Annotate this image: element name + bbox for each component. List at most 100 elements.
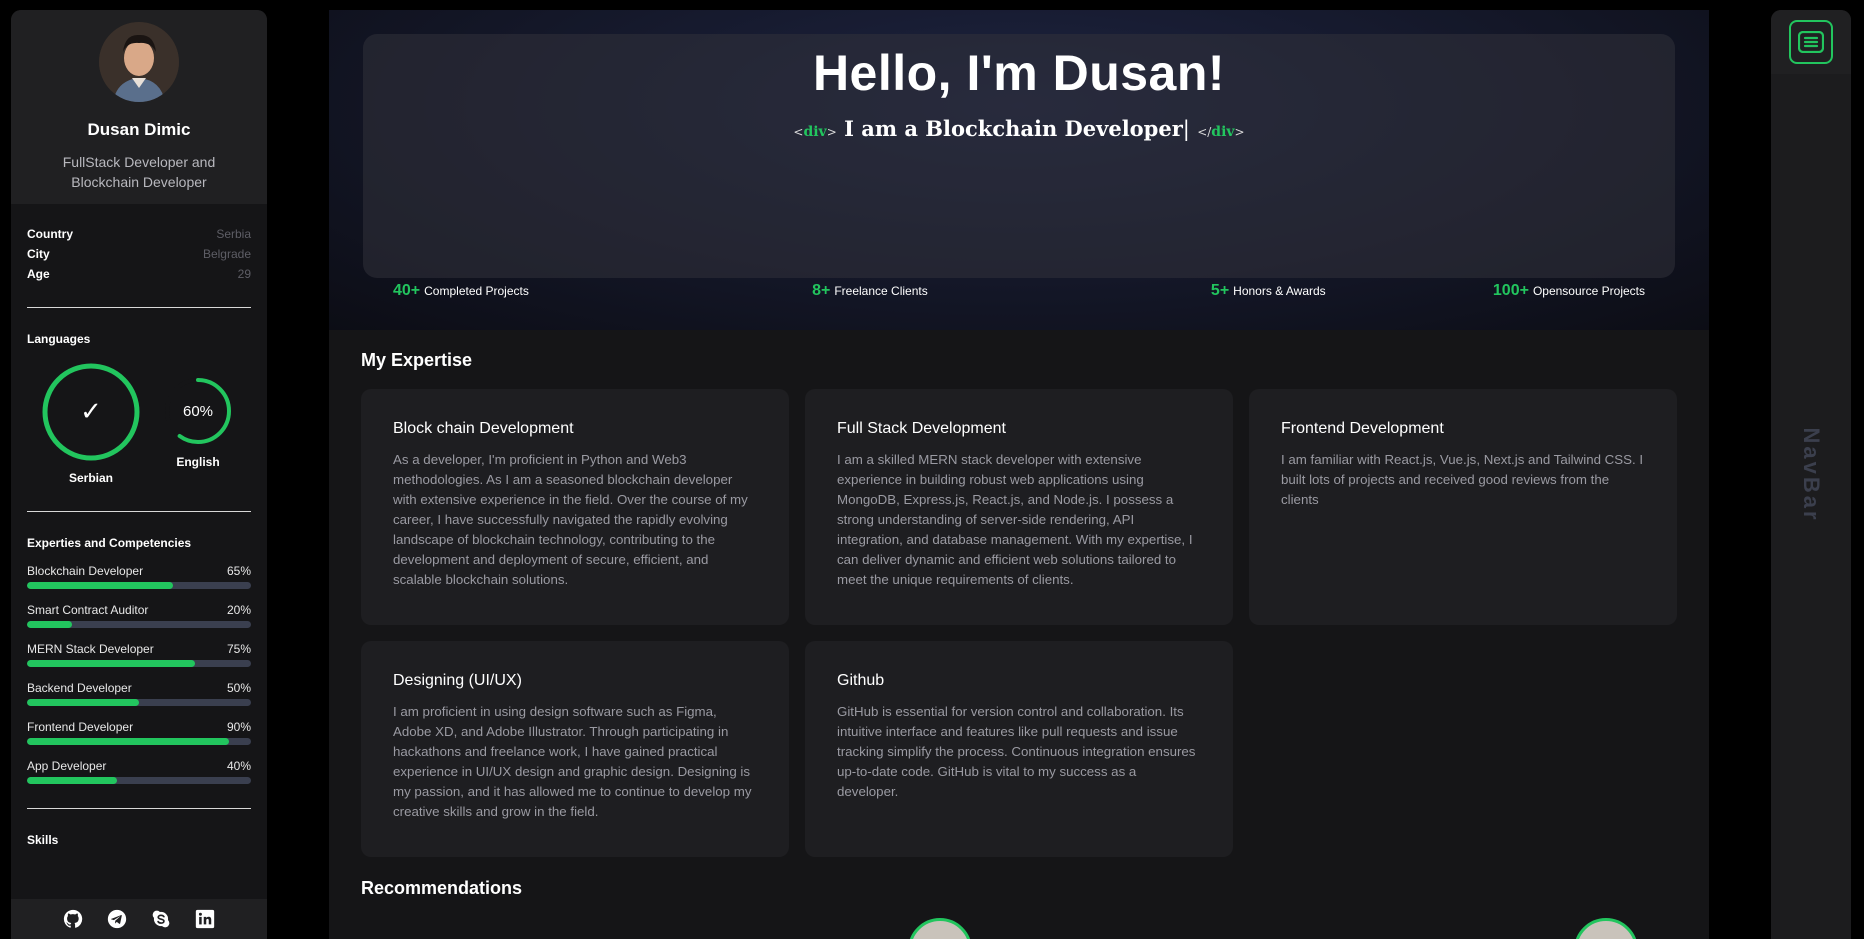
social-links — [11, 899, 267, 939]
stat-number: 100+ — [1492, 282, 1529, 299]
skill-bar-fill — [27, 699, 139, 706]
info-city: City Belgrade — [27, 244, 251, 264]
hero-title: Hello, I'm Dusan! — [812, 45, 1226, 101]
skill-item: Smart Contract Auditor 20% — [27, 603, 251, 628]
competencies-title: Experties and Competencies — [27, 536, 192, 550]
info-value: Belgrade — [202, 247, 251, 261]
telegram-icon[interactable] — [107, 909, 127, 929]
info-country: Country Serbia — [27, 224, 251, 244]
stat-item: 40+ Completed Projects — [393, 282, 529, 300]
hero-subtitle: <div> I am a Blockchain Developer| </div… — [793, 116, 1245, 141]
stat-number: 40+ — [393, 282, 421, 299]
skills-title: Skills — [27, 833, 59, 847]
navbar-label: NavBar — [1799, 427, 1824, 523]
skill-bar-fill — [27, 621, 72, 628]
skill-percent: 40% — [226, 759, 251, 773]
language-name: Serbian — [68, 471, 113, 485]
skill-percent: 20% — [226, 603, 251, 617]
card-text: As a developer, I'm proficient in Python… — [393, 452, 748, 587]
navbar: NavBar — [1771, 10, 1851, 939]
skill-percent: 90% — [226, 720, 251, 734]
info-value: 29 — [237, 267, 251, 281]
language-value: 60% — [183, 403, 213, 420]
card-text: I am a skilled MERN stack developer with… — [837, 452, 1193, 587]
info-age: Age 29 — [27, 264, 251, 284]
card-title: Github — [837, 672, 885, 689]
info-label: Country — [27, 227, 73, 241]
skill-bar — [27, 699, 251, 706]
competencies-list: Blockchain Developer 65% Smart Contract A… — [27, 564, 251, 784]
expertise-card: Github GitHub is essential for version c… — [805, 641, 1233, 857]
profile-name: Dusan Dimic — [87, 120, 191, 139]
skill-percent: 75% — [226, 642, 251, 656]
skype-icon[interactable] — [151, 909, 171, 929]
profile-role: FullStack Developer and Blockchain Devel… — [62, 154, 216, 190]
skill-bar-fill — [27, 777, 117, 784]
expertise-card: Full Stack Development I am a skilled ME… — [805, 389, 1233, 625]
avatar — [99, 22, 179, 102]
info-label: Age — [27, 267, 50, 281]
skill-item: App Developer 40% — [27, 759, 251, 784]
language-english: 60% English — [163, 376, 233, 485]
expertise-card: Block chain Development As a developer, … — [361, 389, 789, 625]
skill-bar — [27, 582, 251, 589]
card-title: Frontend Development — [1281, 420, 1444, 437]
expertise-card: Frontend Development I am familiar with … — [1249, 389, 1677, 625]
stat-label: Honors & Awards — [1233, 284, 1326, 298]
language-value: ✓ — [80, 397, 102, 427]
info-value: Serbia — [216, 227, 251, 241]
typing-cursor: | — [1182, 117, 1190, 141]
menu-button[interactable] — [1789, 20, 1833, 64]
stat-label: Opensource Projects — [1532, 284, 1645, 298]
linkedin-icon[interactable] — [195, 909, 215, 929]
sidebar-body: Country Serbia City Belgrade Age 29 Lang… — [11, 204, 267, 939]
info-label: City — [27, 247, 50, 261]
section-title: My Expertise — [361, 350, 473, 370]
skill-bar-fill — [27, 738, 229, 745]
skill-bar — [27, 660, 251, 667]
hero-card: Hello, I'm Dusan! <div> I am a Blockchai… — [363, 34, 1675, 278]
card-title: Block chain Development — [393, 420, 574, 437]
main-content: Hello, I'm Dusan! <div> I am a Blockchai… — [329, 10, 1709, 939]
language-serbian: ✓ Serbian — [41, 362, 141, 485]
skill-bar — [27, 777, 251, 784]
personal-info: Country Serbia City Belgrade Age 29 — [27, 204, 251, 308]
profile-sidebar: Dusan Dimic FullStack Developer and Bloc… — [11, 10, 267, 939]
skill-item: Frontend Developer 90% — [27, 720, 251, 745]
skill-name: MERN Stack Developer — [27, 642, 154, 656]
menu-icon — [1798, 31, 1824, 53]
stats-bar: 40+ Completed Projects 8+ Freelance Client… — [393, 282, 1645, 300]
skill-item: Backend Developer 50% — [27, 681, 251, 706]
skill-bar-fill — [27, 582, 173, 589]
card-text: GitHub is essential for version control … — [837, 704, 1196, 799]
languages-list: ✓ Serbian 60% English — [27, 362, 251, 512]
competencies-section: Experties and Competencies Blockchain De… — [27, 536, 251, 809]
stat-number: 8+ — [812, 282, 831, 299]
navbar-header — [1771, 10, 1851, 74]
stat-number: 5+ — [1210, 282, 1230, 299]
recommendation-avatar — [1574, 918, 1638, 939]
skill-name: App Developer — [27, 759, 107, 773]
profile-header: Dusan Dimic FullStack Developer and Bloc… — [11, 10, 267, 204]
code-tag-open: div — [803, 124, 827, 140]
languages-title: Languages — [27, 332, 91, 346]
stat-item: 5+ Honors & Awards — [1211, 282, 1326, 300]
skill-percent: 50% — [226, 681, 251, 695]
skill-name: Blockchain Developer — [27, 564, 144, 578]
skill-bar — [27, 621, 251, 628]
skill-name: Smart Contract Auditor — [27, 603, 149, 617]
github-icon[interactable] — [63, 909, 83, 929]
card-title: Full Stack Development — [837, 420, 1006, 437]
recommendations-title: Recommendations — [361, 878, 523, 898]
stat-item: 8+ Freelance Clients — [812, 282, 928, 300]
expertise-section: My Expertise Block chain Development As … — [329, 330, 1709, 857]
card-text: I am familiar with React.js, Vue.js, Nex… — [1281, 452, 1644, 507]
skill-name: Backend Developer — [27, 681, 132, 695]
skill-bar-fill — [27, 660, 195, 667]
typed-text: I am a Blockchain Developer — [844, 116, 1183, 141]
skill-percent: 65% — [226, 564, 251, 578]
stat-item: 100+ Opensource Projects — [1493, 282, 1645, 300]
language-progress-ring: 60% — [165, 378, 231, 444]
skill-bar — [27, 738, 251, 745]
card-text: I am proficient in using design software… — [393, 704, 752, 819]
